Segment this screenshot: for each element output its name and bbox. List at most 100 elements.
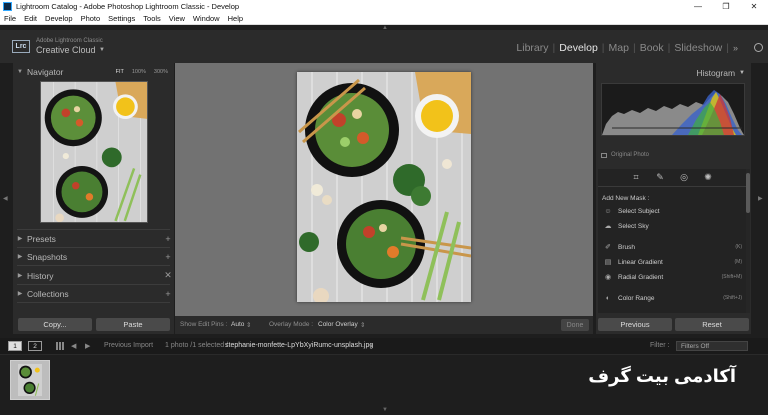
add-collection-icon[interactable]: + bbox=[162, 289, 174, 299]
copy-settings-button[interactable]: Copy... bbox=[18, 318, 92, 331]
paste-settings-button[interactable]: Paste bbox=[96, 318, 170, 331]
main-window-button[interactable]: 1 bbox=[8, 341, 22, 351]
collapse-triangle-icon: ▼ bbox=[739, 69, 745, 76]
bottom-panel-toggle-icon[interactable]: ▼ bbox=[380, 407, 390, 413]
chevron-updown-icon[interactable]: ⇕ bbox=[246, 321, 251, 329]
chevron-down-icon[interactable]: ▼ bbox=[99, 47, 105, 53]
select-sky-icon: ☁ bbox=[604, 223, 612, 230]
menu-settings[interactable]: Settings bbox=[104, 14, 139, 23]
presets-panel-header[interactable]: ▶ Presets + bbox=[13, 231, 174, 246]
brand-identity[interactable]: Creative Cloud bbox=[36, 45, 96, 55]
module-picker: Library | Develop | Map | Book | Slideshow | … bbox=[512, 42, 738, 54]
menu-develop[interactable]: Develop bbox=[41, 14, 77, 23]
module-develop[interactable]: Develop bbox=[555, 42, 602, 54]
presets-title: Presets bbox=[27, 233, 56, 244]
select-subject-icon: ☺ bbox=[604, 207, 612, 215]
expand-triangle-icon: ▶ bbox=[17, 273, 23, 279]
filename[interactable]: stephanie-monfette-LpYbXyiRumc-unsplash.… bbox=[225, 342, 373, 349]
secondary-window-button[interactable]: 2 bbox=[28, 341, 42, 351]
history-title: History bbox=[27, 270, 54, 281]
menu-edit[interactable]: Edit bbox=[20, 14, 41, 23]
left-panel-toggle-icon[interactable]: ◀ bbox=[3, 195, 8, 202]
add-preset-icon[interactable]: + bbox=[162, 234, 174, 244]
selection-info: 1 photo /1 selected / bbox=[165, 342, 229, 349]
select-subject-option[interactable]: ☺ Select Subject bbox=[604, 206, 742, 216]
select-sky-option[interactable]: ☁ Select Sky bbox=[604, 221, 742, 231]
menu-tools[interactable]: Tools bbox=[139, 14, 165, 23]
color-range-icon: ◐ bbox=[605, 294, 611, 302]
zoom-fit[interactable]: FIT bbox=[116, 69, 124, 75]
food-photo-thumbnail bbox=[41, 82, 147, 222]
overlay-mode-select[interactable]: Color Overlay bbox=[318, 321, 358, 328]
grid-view-icon[interactable] bbox=[56, 342, 64, 350]
module-book[interactable]: Book bbox=[636, 42, 668, 54]
navigator-header[interactable]: ▼ Navigator FIT 100% 300% bbox=[13, 64, 174, 79]
add-snapshot-icon[interactable]: + bbox=[162, 252, 174, 262]
color-range-option[interactable]: ◐ Color Range (Shift+J) bbox=[604, 293, 742, 303]
navigator-preview[interactable] bbox=[40, 81, 148, 223]
food-photo-thumbnail bbox=[18, 364, 42, 396]
close-button[interactable]: ✕ bbox=[740, 0, 768, 13]
zoom-100[interactable]: 100% bbox=[132, 69, 146, 75]
clear-history-icon[interactable]: ✕ bbox=[162, 270, 174, 281]
histogram-title: Histogram bbox=[696, 67, 736, 78]
show-edit-pins-select[interactable]: Auto bbox=[231, 321, 244, 328]
module-slideshow[interactable]: Slideshow bbox=[670, 42, 726, 54]
linear-gradient-option[interactable]: ▤ Linear Gradient (M) bbox=[604, 257, 742, 267]
chevron-down-icon[interactable]: ▾ bbox=[369, 342, 373, 350]
menu-window[interactable]: Window bbox=[189, 14, 224, 23]
chevron-updown-icon[interactable]: ⇕ bbox=[360, 321, 365, 329]
food-photo bbox=[297, 72, 471, 302]
left-panel: ▼ Navigator FIT 100% 300% ▶ Presets + ▶ … bbox=[13, 63, 174, 334]
histogram[interactable] bbox=[601, 83, 745, 136]
menu-view[interactable]: View bbox=[165, 14, 189, 23]
masking-tool-icon[interactable]: ✺ bbox=[696, 172, 720, 183]
navigator-title: Navigator bbox=[27, 66, 64, 77]
collections-panel-header[interactable]: ▶ Collections + bbox=[13, 286, 174, 301]
right-panel: Histogram ▼ Original Photo ⌗ ✎ ◎ ✺ Add N… bbox=[596, 63, 751, 334]
menu-photo[interactable]: Photo bbox=[77, 14, 105, 23]
original-photo-icon bbox=[601, 152, 607, 158]
back-arrow-icon[interactable]: ◀ bbox=[71, 342, 76, 350]
zoom-300[interactable]: 300% bbox=[154, 69, 168, 75]
right-panel-toggle-icon[interactable]: ▶ bbox=[758, 195, 763, 202]
module-library[interactable]: Library bbox=[512, 42, 552, 54]
scrollbar-thumb[interactable] bbox=[746, 173, 750, 213]
maximize-button[interactable]: ❐ bbox=[712, 0, 740, 13]
brush-option[interactable]: ✐ Brush (K) bbox=[604, 242, 742, 252]
lightroom-app-icon bbox=[3, 2, 12, 11]
collapse-triangle-icon: ▼ bbox=[17, 68, 23, 75]
main-photo[interactable] bbox=[297, 72, 471, 302]
menu-file[interactable]: File bbox=[0, 14, 20, 23]
done-button[interactable]: Done bbox=[561, 319, 589, 331]
histogram-header[interactable]: Histogram ▼ bbox=[596, 65, 751, 80]
crop-tool-icon[interactable]: ⌗ bbox=[624, 172, 648, 183]
collections-title: Collections bbox=[27, 288, 69, 299]
brand-product-name: Adobe Lightroom Classic bbox=[36, 38, 103, 44]
previous-button[interactable]: Previous bbox=[598, 318, 672, 331]
module-map[interactable]: Map bbox=[605, 42, 633, 54]
reset-button[interactable]: Reset bbox=[675, 318, 749, 331]
red-eye-tool-icon[interactable]: ◎ bbox=[672, 172, 696, 183]
right-panel-scrollbar[interactable] bbox=[746, 169, 750, 313]
history-panel-header[interactable]: ▶ History ✕ bbox=[13, 268, 174, 283]
menu-help[interactable]: Help bbox=[224, 14, 247, 23]
snapshots-panel-header[interactable]: ▶ Snapshots + bbox=[13, 249, 174, 264]
lrc-logo: Lrc bbox=[12, 40, 30, 53]
expand-triangle-icon: ▶ bbox=[17, 291, 23, 297]
photo-canvas[interactable] bbox=[175, 63, 593, 316]
previous-import-source[interactable]: Previous Import bbox=[104, 342, 153, 349]
brush-icon: ✐ bbox=[605, 244, 611, 251]
healing-tool-icon[interactable]: ✎ bbox=[648, 172, 672, 183]
minimize-button[interactable]: — bbox=[684, 0, 712, 13]
filter-select[interactable]: Filters Off bbox=[676, 341, 748, 351]
show-edit-pins-label: Show Edit Pins : bbox=[180, 321, 228, 328]
activity-center-icon[interactable] bbox=[754, 43, 763, 52]
forward-arrow-icon[interactable]: ▶ bbox=[85, 342, 90, 350]
expand-triangle-icon: ▶ bbox=[17, 254, 23, 260]
filmstrip-thumbnail[interactable] bbox=[10, 360, 50, 400]
expand-triangle-icon: ▶ bbox=[17, 236, 23, 242]
masking-panel: ⌗ ✎ ◎ ✺ Add New Mask : ☺ Select Subject … bbox=[598, 169, 746, 313]
more-modules-icon[interactable]: » bbox=[729, 43, 738, 53]
radial-gradient-option[interactable]: ◉ Radial Gradient (Shift+M) bbox=[604, 272, 742, 282]
